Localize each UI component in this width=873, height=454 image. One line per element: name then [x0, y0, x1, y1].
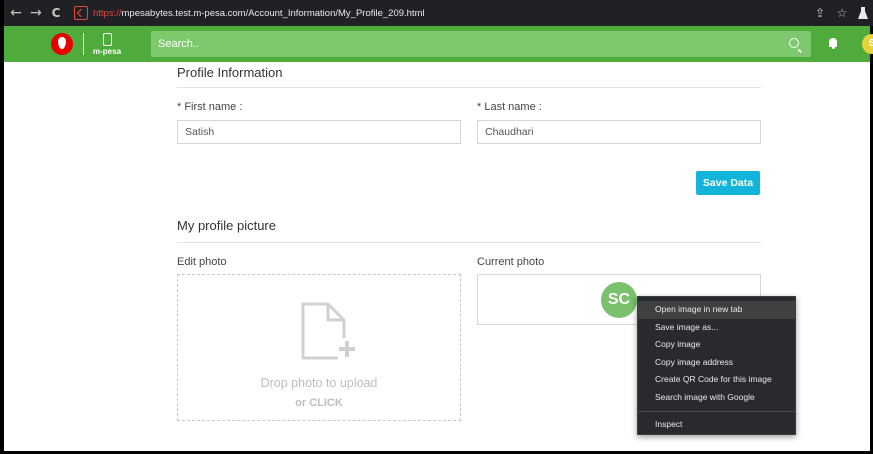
add-file-icon — [301, 302, 356, 360]
back-icon[interactable]: ← — [6, 5, 26, 21]
photo-drop-zone[interactable]: Drop photo to upload or CLICK — [177, 274, 461, 421]
profile-section-title: Profile Information — [177, 65, 283, 80]
menu-item-open-image[interactable]: Open image in new tab — [638, 301, 795, 319]
menu-item-inspect[interactable]: Inspect — [638, 416, 795, 434]
drop-zone-click-text: or CLICK — [295, 397, 343, 409]
url-scheme: https:// — [93, 7, 122, 19]
search-input[interactable] — [151, 38, 751, 50]
last-name-label: * Last name : — [477, 101, 542, 113]
site-info-icon[interactable] — [74, 6, 88, 20]
window-edge-left — [0, 0, 4, 454]
phone-icon — [102, 32, 112, 46]
bell-icon[interactable] — [828, 38, 838, 49]
picture-section-title: My profile picture — [177, 218, 276, 233]
mpesa-logo-text: m-pesa — [93, 46, 122, 56]
drop-zone-text: Drop photo to upload — [260, 376, 378, 390]
mpesa-logo[interactable]: m-pesa — [93, 32, 122, 56]
forward-icon[interactable]: → — [26, 5, 46, 21]
url-path: mpesabytes.test.m-pesa.com/Account_Infor… — [121, 7, 425, 19]
current-photo-label: Current photo — [477, 256, 545, 268]
user-avatar[interactable]: S — [862, 34, 873, 54]
reload-icon[interactable]: C — [46, 6, 66, 20]
current-photo-avatar[interactable]: SC — [601, 282, 637, 318]
first-name-label: * First name : — [177, 101, 243, 113]
labs-flask-icon[interactable] — [853, 0, 873, 26]
menu-item-copy-image[interactable]: Copy image — [638, 336, 795, 354]
logo-divider — [83, 33, 84, 55]
search-icon[interactable] — [789, 38, 799, 48]
search-bar — [151, 31, 811, 57]
menu-item-create-qr[interactable]: Create QR Code for this image — [638, 371, 795, 389]
section-divider — [177, 87, 761, 88]
menu-separator — [638, 410, 795, 412]
app-header: m-pesa S — [4, 26, 873, 62]
menu-item-copy-image-address[interactable]: Copy image address — [638, 354, 795, 372]
menu-item-search-google[interactable]: Search image with Google — [638, 389, 795, 407]
context-menu: Open image in new tab Save image as... C… — [637, 296, 796, 435]
vodafone-logo-icon[interactable] — [51, 33, 73, 55]
address-bar[interactable]: https://mpesabytes.test.m-pesa.com/Accou… — [93, 8, 425, 19]
browser-toolbar: ← → C https://mpesabytes.test.m-pesa.com… — [0, 0, 873, 26]
menu-item-save-image[interactable]: Save image as... — [638, 319, 795, 337]
share-icon[interactable]: ⇪ — [809, 6, 831, 20]
bookmark-star-icon[interactable]: ☆ — [831, 6, 853, 20]
section-divider — [177, 242, 761, 243]
first-name-input[interactable] — [177, 120, 461, 144]
save-data-button[interactable]: Save Data — [696, 171, 760, 195]
edit-photo-label: Edit photo — [177, 256, 227, 268]
last-name-input[interactable] — [477, 120, 761, 144]
